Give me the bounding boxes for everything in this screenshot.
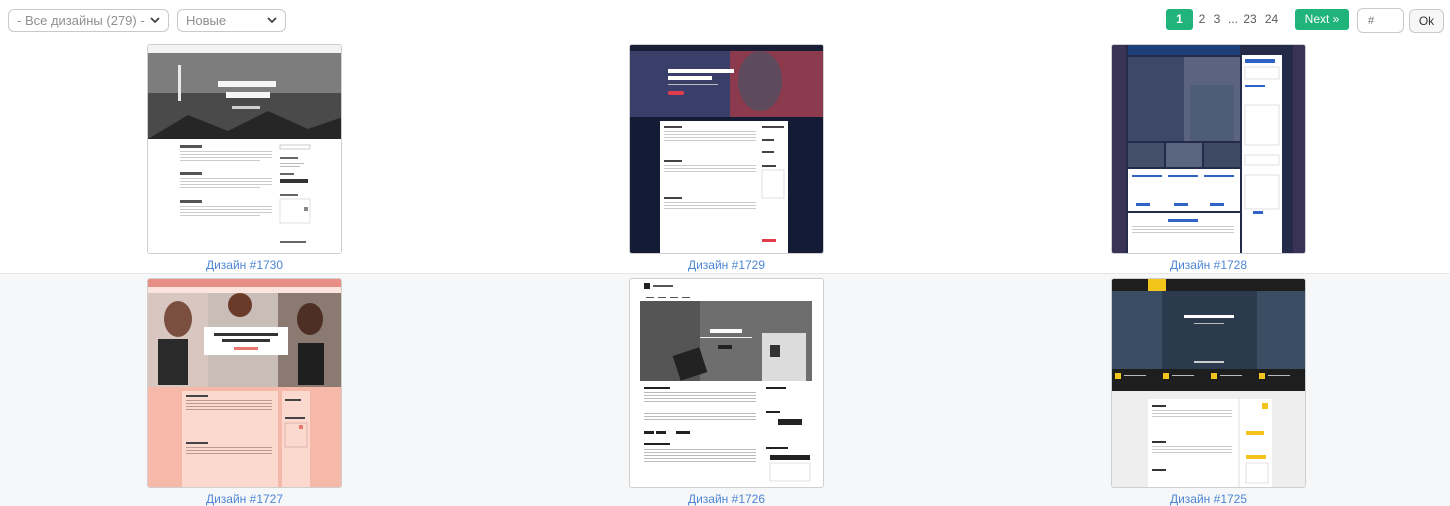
designs-row-2: Дизайн #1727 Дизайн #1726 Дизайн #1725: [0, 274, 1450, 506]
designs-row-1: Дизайн #1730 Дизайн #1729 Дизайн #1728: [0, 40, 1450, 273]
page-link-23[interactable]: 23: [1241, 9, 1259, 30]
design-caption[interactable]: Дизайн #1725: [1111, 492, 1306, 506]
page-link-1[interactable]: 1: [1166, 9, 1193, 30]
design-caption[interactable]: Дизайн #1727: [147, 492, 342, 506]
design-thumbnail[interactable]: [629, 44, 824, 254]
design-thumbnail[interactable]: [1111, 44, 1306, 254]
page-link-2[interactable]: 2: [1196, 9, 1208, 30]
design-caption[interactable]: Дизайн #1726: [629, 492, 824, 506]
design-thumbnail[interactable]: [629, 278, 824, 488]
chevron-down-icon: [150, 17, 160, 24]
sort-select[interactable]: Новые: [177, 9, 286, 32]
design-caption[interactable]: Дизайн #1729: [629, 258, 824, 272]
page-link-24[interactable]: 24: [1262, 9, 1281, 30]
design-1728-preview: [1112, 45, 1305, 253]
go-to-page-button[interactable]: Ok: [1409, 9, 1444, 33]
design-thumbnail[interactable]: [1111, 278, 1306, 488]
designs-filter-value: - Все дизайны (279) -: [17, 13, 145, 28]
design-1726-preview: [630, 279, 823, 487]
design-caption[interactable]: Дизайн #1730: [147, 258, 342, 272]
design-1725-preview: [1112, 279, 1305, 487]
toolbar: - Все дизайны (279) - Новые 1 2 3 ... 23…: [0, 0, 1450, 40]
chevron-down-icon: [267, 17, 277, 24]
design-thumbnail[interactable]: [147, 278, 342, 488]
page-number-input[interactable]: [1357, 8, 1404, 33]
page-link-3[interactable]: 3: [1211, 9, 1223, 30]
design-1727-preview: [148, 279, 341, 487]
design-1730-preview: [148, 45, 341, 253]
designs-filter-select[interactable]: - Все дизайны (279) -: [8, 9, 169, 32]
next-page-button[interactable]: Next »: [1295, 9, 1349, 30]
design-1729-preview: [630, 45, 823, 253]
design-caption[interactable]: Дизайн #1728: [1111, 258, 1306, 272]
design-thumbnail[interactable]: [147, 44, 342, 254]
page-ellipsis: ...: [1227, 12, 1238, 26]
sort-value: Новые: [186, 13, 227, 28]
